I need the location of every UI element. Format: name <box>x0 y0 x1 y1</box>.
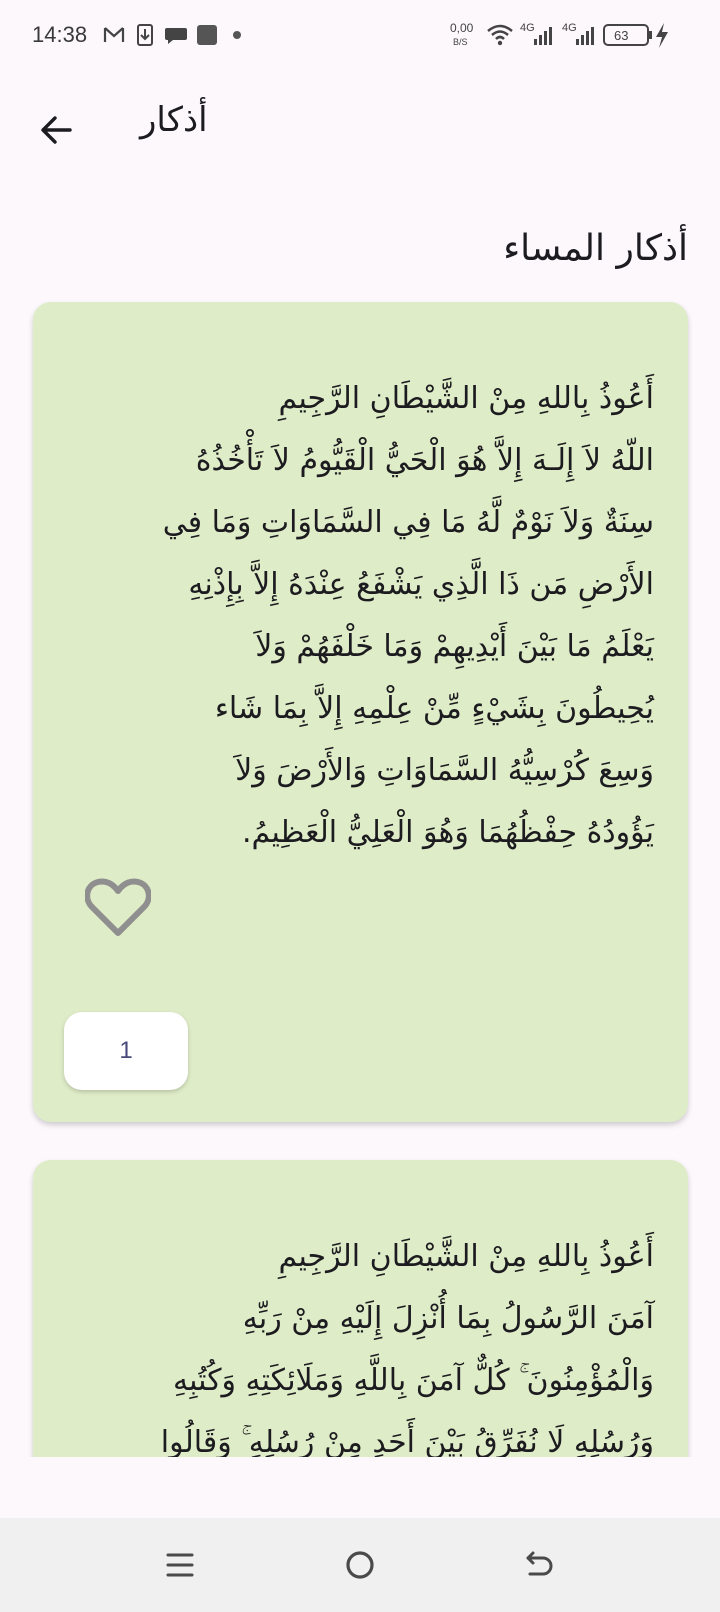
app-notification-icon <box>197 25 217 45</box>
battery-icon: 63 <box>603 24 652 46</box>
dhikr-text: أَعُوذُ بِاللهِ مِنْ الشَّيْطَانِ الرَّج… <box>63 1226 654 1457</box>
download-icon <box>137 24 153 46</box>
dhikr-card: أَعُوذُ بِاللهِ مِنْ الشَّيْطَانِ الرَّج… <box>33 1160 688 1457</box>
heart-outline-icon <box>85 878 151 936</box>
dhikr-card: أَعُوذُ بِاللهِ مِنْ الشَّيْطَانِ الرَّج… <box>33 302 688 1122</box>
back-icon <box>526 1551 553 1576</box>
gmail-icon <box>103 27 125 42</box>
chat-icon <box>165 28 187 44</box>
status-time: 14:38 <box>32 22 88 47</box>
dhikr-line: يَؤُودُهُ حِفْظُهُمَا وَهُوَ الْعَلِيُّ … <box>241 815 654 850</box>
signal-icon-sim2 <box>576 27 594 45</box>
dhikr-line: وَالْمُؤْمِنُونَ ۚ كُلٌّ آمَنَ بِاللَّهِ… <box>173 1363 654 1398</box>
dhikr-line: آمَنَ الرَّسُولُ بِمَا أُنْزِلَ إِلَيْهِ… <box>242 1301 654 1336</box>
dhikr-line: يُحِيطُونَ بِشَيْءٍ مِّنْ عِلْمِهِ إِلاَ… <box>214 691 654 726</box>
recent-apps-button[interactable] <box>155 1540 205 1590</box>
dhikr-line: يَعْلَمُ مَا بَيْنَ أَيْدِيهِمْ وَمَا خَ… <box>255 629 654 664</box>
battery-level: 63 <box>614 28 628 43</box>
charging-icon <box>656 23 668 48</box>
wifi-icon <box>487 24 513 46</box>
top-app-bar: أذكار <box>0 80 720 176</box>
net-speed-unit: B/S <box>453 37 468 47</box>
sim1-label: 4G <box>520 22 535 34</box>
page-title: أذكار <box>140 100 208 140</box>
dhikr-line: أَعُوذُ بِاللهِ مِنْ الشَّيْطَانِ الرَّج… <box>278 381 654 416</box>
counter-button[interactable]: 1 <box>64 1012 188 1090</box>
adhkar-list[interactable]: أَعُوذُ بِاللهِ مِنْ الشَّيْطَانِ الرَّج… <box>0 290 720 1457</box>
back-button[interactable] <box>28 102 84 158</box>
dhikr-line: أَعُوذُ بِاللهِ مِنْ الشَّيْطَانِ الرَّج… <box>278 1239 654 1274</box>
arrow-back-icon <box>41 116 72 144</box>
net-speed-value: 0,00 <box>450 21 474 35</box>
dhikr-line: اللّهُ لاَ إِلَـهَ إِلاَّ هُوَ الْحَيُّ … <box>195 443 654 478</box>
signal-icon-sim1 <box>534 27 552 45</box>
more-notifications-dot-icon <box>233 31 241 39</box>
dhikr-line: وَسِعَ كُرْسِيُّهُ السَّمَاوَاتِ وَالأَر… <box>235 753 654 788</box>
status-bar: 14:38 0,00 B/S 4G 4G 63 <box>0 0 720 72</box>
sim2-label: 4G <box>562 22 577 34</box>
section-title: أذكار المساء <box>503 228 688 269</box>
dhikr-line: الأَرْضِ مَن ذَا الَّذِي يَشْفَعُ عِنْدَ… <box>188 567 654 602</box>
recent-apps-icon <box>166 1553 194 1577</box>
system-navigation-bar <box>0 1518 720 1612</box>
counter-value: 1 <box>119 1037 133 1064</box>
nav-back-button[interactable] <box>515 1540 565 1590</box>
favorite-button[interactable] <box>85 877 151 937</box>
dhikr-line: وَرُسُلِهِ لَا نُفَرِّقُ بَيْنَ أَحَدٍ م… <box>160 1425 654 1457</box>
status-indicators: 0,00 B/S 4G 4G 63 <box>450 21 668 48</box>
dhikr-line: سِنَةٌ وَلاَ نَوْمٌ لَّهُ مَا فِي السَّم… <box>162 505 654 540</box>
home-button[interactable] <box>335 1540 385 1590</box>
dhikr-text: أَعُوذُ بِاللهِ مِنْ الشَّيْطَانِ الرَّج… <box>63 368 654 864</box>
home-icon <box>346 1551 374 1579</box>
